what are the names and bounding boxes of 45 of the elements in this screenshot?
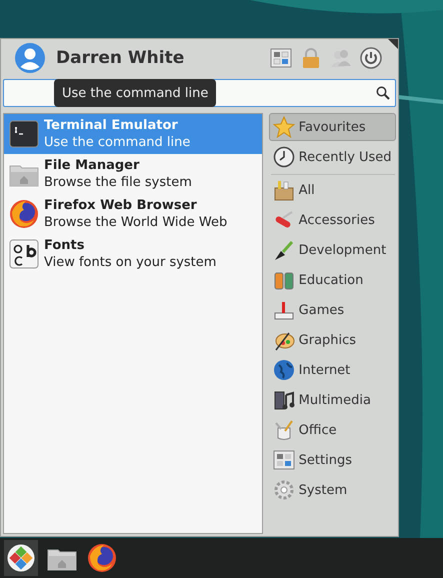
category-item[interactable]: Recently Used (268, 143, 396, 171)
app-item[interactable]: Fonts View fonts on your system (4, 234, 262, 274)
category-item[interactable]: Favourites (268, 113, 396, 141)
fox-globe-icon[interactable] (86, 542, 118, 574)
star-icon (272, 116, 295, 138)
start-menu-button[interactable] (4, 540, 38, 576)
film-music-icon (272, 389, 295, 411)
app-name: Terminal Emulator (44, 117, 179, 134)
app-description: Browse the file system (44, 174, 192, 191)
globe-icon (272, 359, 295, 381)
settings-icon (272, 449, 295, 471)
category-item[interactable]: Settings (268, 446, 396, 474)
app-description: Use the command line (44, 134, 190, 151)
fox-globe-icon (8, 198, 40, 230)
box-icon (272, 179, 295, 201)
trowel-icon (272, 239, 295, 261)
app-name: Firefox Web Browser (44, 197, 198, 214)
app-name: File Manager (44, 157, 140, 174)
category-item[interactable]: System (268, 476, 396, 504)
category-item[interactable]: Multimedia (268, 386, 396, 414)
category-item[interactable]: Games (268, 296, 396, 324)
terminal-icon (8, 118, 40, 150)
category-item[interactable]: Accessories (268, 206, 396, 234)
gear-icon (272, 479, 295, 501)
app-item[interactable]: Firefox Web Browser Browse the World Wide Web (4, 194, 262, 234)
user-name: Darren White (56, 48, 186, 68)
app-description: Browse the World Wide Web (44, 214, 228, 231)
app-description: View fonts on your system (44, 254, 216, 271)
cup-icon (272, 419, 295, 441)
font-icon (8, 238, 40, 270)
category-item[interactable]: Education (268, 266, 396, 294)
user-avatar-icon (15, 43, 45, 73)
power-icon[interactable] (360, 47, 382, 69)
category-item[interactable]: Internet (268, 356, 396, 384)
settings-icon[interactable] (270, 47, 292, 69)
app-name: Fonts (44, 237, 86, 254)
category-item[interactable]: All (268, 176, 396, 204)
tooltip: Use the command line (54, 79, 216, 107)
category-item[interactable]: Development (268, 236, 396, 264)
search-icon (376, 86, 390, 100)
category-item[interactable]: Graphics (268, 326, 396, 354)
category-item[interactable]: Office (268, 416, 396, 444)
app-item[interactable]: File Manager Browse the file system (4, 154, 262, 194)
clock-icon (272, 146, 295, 168)
wallpaper-streak (398, 95, 443, 104)
